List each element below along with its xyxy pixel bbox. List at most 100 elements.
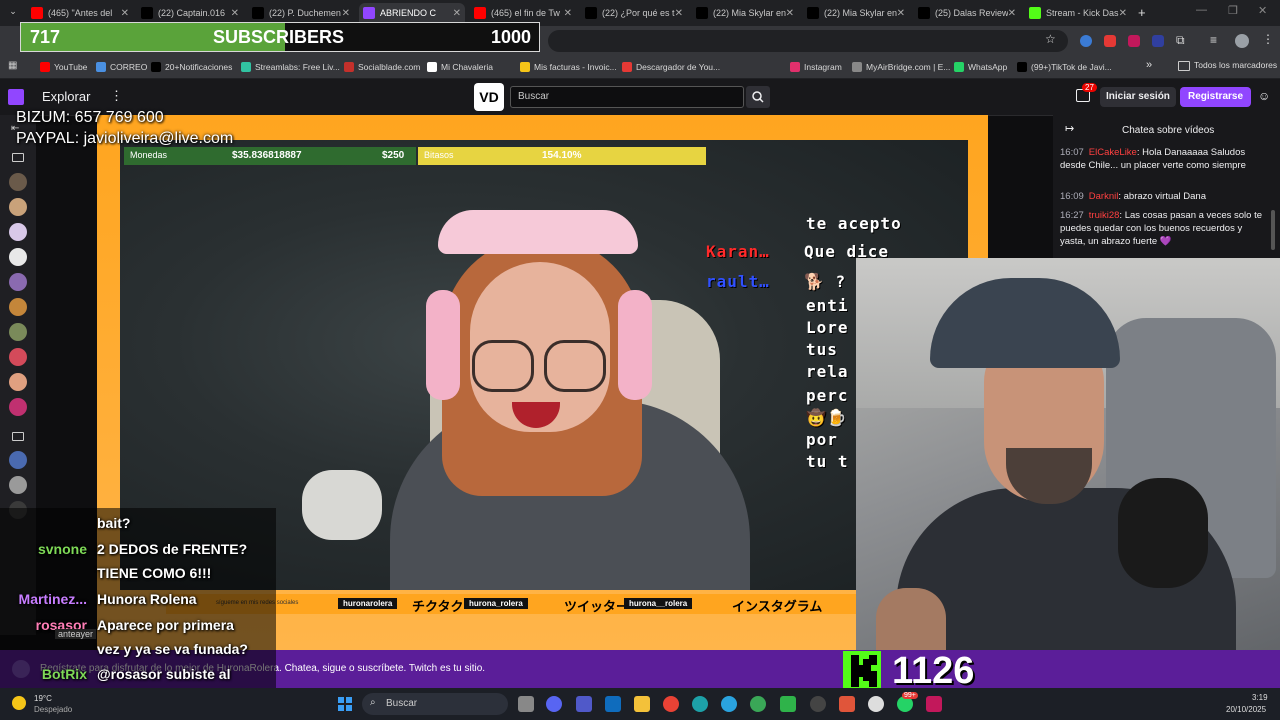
channel-avatar[interactable] [9,298,27,316]
browser-tab[interactable]: (22) ¿Por qué es t ✕ [581,3,687,23]
chat-scrollbar[interactable] [1271,210,1275,250]
camtasia-icon[interactable] [780,696,796,712]
browser-tab[interactable]: (22) Mia Skylar en ✕ [692,3,798,23]
file-explorer-icon[interactable] [634,696,650,712]
snipping-tool-icon[interactable] [926,696,942,712]
browser-tab[interactable]: Stream - Kick Das ✕ [1025,3,1131,23]
browser-tab[interactable]: (22) Captain.016 ✕ [137,3,243,23]
bookmark-item[interactable]: Mi Chavaleria [427,59,493,75]
minimize-icon[interactable]: — [1196,4,1207,16]
channel-avatar[interactable] [9,223,27,241]
search-input[interactable]: Buscar [510,86,744,108]
telegram-icon[interactable] [721,696,737,712]
bookmark-item[interactable]: (99+)TikTok de Javi... [1017,59,1112,75]
teams-icon[interactable] [576,696,592,712]
user-menu-icon[interactable]: ☺ [1258,89,1270,103]
twitch-logo-icon[interactable] [8,89,24,105]
explore-link[interactable]: Explorar [42,89,90,104]
taskbar-time[interactable]: 3:19 [1252,693,1268,702]
login-button[interactable]: Iniciar sesión [1100,87,1176,107]
register-button[interactable]: Registrarse [1180,87,1252,107]
channel-avatar[interactable] [9,476,27,494]
chrome-icon[interactable] [663,696,679,712]
close-tab-icon[interactable]: ✕ [453,8,461,19]
bookmark-item[interactable]: WhatsApp [954,59,1007,75]
bookmark-star-icon[interactable]: ☆ [1045,32,1056,46]
bookmark-item[interactable]: Instagram [790,59,842,75]
extension-icon-3[interactable] [1128,35,1140,47]
collapse-chat-icon[interactable]: ↦ [1065,122,1074,135]
stream-stats-bar: Monedas $35.836818887 $250 Bitasos 154.1… [124,147,706,165]
bookmark-item[interactable]: Socialblade.com [344,59,420,75]
browser-tab[interactable]: (22) Mia Skylar en ✕ [803,3,909,23]
weather-icon[interactable] [12,696,26,710]
all-bookmarks-folder[interactable]: Todos los marcadores [1178,60,1277,71]
chat-username[interactable]: ElCakeLike [1089,147,1137,158]
extension-icon-2[interactable] [1104,35,1116,47]
task-view-icon[interactable] [518,696,534,712]
close-tab-icon[interactable]: ✕ [564,8,572,19]
reading-list-icon[interactable]: ≡ [1210,33,1217,47]
channel-avatar[interactable] [9,398,27,416]
bookmark-favicon-icon [96,62,106,72]
browser-tab[interactable]: (22) P. Duchemen ✕ [248,3,354,23]
profile-avatar[interactable] [1235,34,1249,48]
extension-icon-4[interactable] [1152,35,1164,47]
chat-username[interactable]: truiki28 [1089,210,1120,221]
channel-avatar[interactable] [9,323,27,341]
close-tab-icon[interactable]: ✕ [231,8,239,19]
channel-avatar[interactable] [9,248,27,266]
close-tab-icon[interactable]: ✕ [897,8,905,19]
taskbar-search-box[interactable]: ⌕ Buscar [362,693,508,715]
close-tab-icon[interactable]: ✕ [1119,8,1127,19]
channel-avatar[interactable] [9,348,27,366]
channel-avatar[interactable] [9,373,27,391]
browser-tab[interactable]: (25) Dalas Review ✕ [914,3,1020,23]
extensions-puzzle-icon[interactable]: ⧉ [1176,33,1185,48]
taskbar-date[interactable]: 20/10/2025 [1226,705,1266,714]
start-menu-icon[interactable] [338,697,352,711]
bookmark-favicon-icon [790,62,800,72]
bookmark-item[interactable]: Mis facturas - Invoic... [520,59,617,75]
bookmark-item[interactable]: MyAirBridge.com | E... [852,59,950,75]
close-tab-icon[interactable]: ✕ [342,8,350,19]
close-tab-icon[interactable]: ✕ [675,8,683,19]
extension-icon-1[interactable] [1080,35,1092,47]
browser-tab[interactable]: (465) el fin de Tw ✕ [470,3,576,23]
chat-username[interactable]: Darknil [1089,191,1119,202]
obs-icon[interactable] [810,696,826,712]
tab-search-button[interactable]: ⌄ [5,6,21,20]
tab-label: (25) Dalas Review [935,8,1008,18]
bookmark-item[interactable]: CORREO [96,59,147,75]
channel-avatar[interactable] [9,173,27,191]
stream-chat-message: tu t [806,452,849,471]
vod-logo-icon[interactable]: VD [474,83,504,111]
search-button[interactable] [746,86,770,108]
bookmark-item[interactable]: Descargador de You... [622,59,720,75]
discord-icon[interactable] [546,696,562,712]
more-menu-icon[interactable]: ⋮ [110,88,123,104]
address-omnibox[interactable] [548,30,1068,52]
browser-tab[interactable]: (465) "Antes del ✕ [27,3,133,23]
channel-avatar[interactable] [9,451,27,469]
bookmark-item[interactable]: 20+Notificaciones [151,59,232,75]
apps-grid-icon[interactable]: ▦ [8,60,17,71]
bookmark-item[interactable]: YouTube [40,59,87,75]
browser-menu-icon[interactable]: ⋮ [1262,32,1274,46]
channel-avatar[interactable] [9,198,27,216]
close-tab-icon[interactable]: ✕ [1008,8,1016,19]
app-icon[interactable] [868,696,884,712]
outlook-icon[interactable] [605,696,621,712]
app-icon[interactable] [839,696,855,712]
maximize-icon[interactable]: ❐ [1228,4,1238,17]
edge-icon[interactable] [692,696,708,712]
close-window-icon[interactable]: ✕ [1258,4,1267,17]
channel-avatar[interactable] [9,273,27,291]
bookmark-item[interactable]: Streamlabs: Free Liv... [241,59,340,75]
browser-tab[interactable]: ABRIENDO C ✕ [359,3,465,23]
close-tab-icon[interactable]: ✕ [786,8,794,19]
maps-icon[interactable] [750,696,766,712]
close-tab-icon[interactable]: ✕ [121,8,129,19]
new-tab-button[interactable]: + [1138,5,1146,20]
bookmarks-overflow-icon[interactable]: » [1146,59,1152,71]
